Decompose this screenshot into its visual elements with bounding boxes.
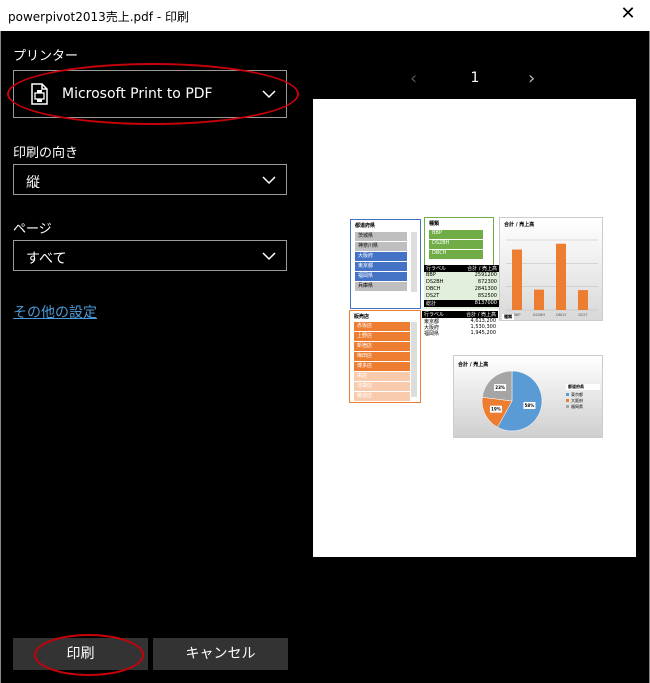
slicer-item: 梅田店: [354, 352, 410, 361]
legend-title: 都道府県: [566, 384, 600, 390]
legend-label: 東京都: [571, 392, 583, 397]
printer-value: Microsoft Print to PDF: [62, 86, 213, 102]
pages-label: ページ: [13, 222, 52, 237]
legend-swatch: [566, 405, 569, 408]
legend-swatch: [566, 399, 569, 402]
pivot-header-cell: 合計 / 売上高: [466, 312, 496, 318]
slicer-title: 種類: [429, 221, 440, 227]
preview-slicer-store: 販売店 赤坂店 上野店 新宿店 梅田店 博多店 栄店 池袋店 難波店: [349, 310, 421, 403]
slicer-scrollbar: [411, 232, 417, 292]
cancel-button[interactable]: キャンセル: [153, 638, 288, 670]
x-tick-label: DS2BH: [533, 313, 546, 317]
pie-data-label: 19%: [491, 407, 501, 412]
pie-legend: 都道府県 東京都 大阪府 福岡県: [566, 384, 600, 420]
legend-label: 大阪府: [571, 398, 583, 403]
slicer-item: 上野店: [354, 332, 410, 341]
slicer-item: 池袋店: [354, 382, 410, 391]
chevron-down-icon: [262, 249, 276, 265]
orientation-value: 縦: [26, 175, 40, 191]
legend-swatch: [566, 393, 569, 396]
printer-icon: [30, 83, 48, 109]
orientation-select[interactable]: 縦: [13, 164, 287, 195]
preview-pivot-table-2: 行ラベル 合計 / 売上高 東京都 4,613,200 大阪府 1,530,300 …: [422, 311, 498, 341]
pivot-row: 福岡県 1,945,200: [422, 330, 498, 337]
slicer-item: 大阪府: [355, 252, 407, 261]
pivot-cell: BBP: [426, 272, 436, 278]
bar-BBP: [512, 249, 522, 310]
slicer-item: 難波店: [354, 392, 410, 401]
slicer-item: 博多店: [354, 362, 410, 371]
preview-slicer-type: 種類 BBP DS2BH DBCH: [424, 217, 494, 267]
pivot-row: BBP 2591200: [424, 272, 499, 279]
slicer-item: 兵庫県: [355, 282, 407, 291]
printer-select[interactable]: Microsoft Print to PDF: [13, 70, 287, 118]
pivot-cell: 1,945,200: [470, 330, 496, 336]
pivot-cell: 2841300: [474, 286, 497, 292]
pivot-header-cell: 行ラベル: [426, 266, 447, 272]
pivot-row: DS2T 852500: [424, 293, 499, 300]
x-tick-label: DS2T: [578, 313, 588, 317]
x-tick-label: BBP: [514, 313, 521, 317]
slicer-item: DS2BH: [429, 240, 483, 249]
pivot-header-cell: 行ラベル: [424, 312, 445, 318]
window-border-left: [0, 31, 1, 683]
preview-bar-chart: 合計 / 売上高 BBP DS2BH DBCH DS2T 種類: [499, 217, 603, 321]
preview-pivot-table: 行ラベル 合計 / 売上高 BBP 2591200 DS2BH 872300 DBC…: [424, 265, 499, 309]
pivot-cell: 8137000: [474, 300, 497, 306]
title-bar: powerpivot2013売上.pdf - 印刷 ✕: [0, 0, 650, 31]
orientation-label: 印刷の向き: [13, 146, 79, 161]
pivot-cell: 2591200: [474, 272, 497, 278]
more-settings-link[interactable]: その他の設定: [13, 302, 97, 322]
bar-DS2BH: [534, 289, 544, 310]
close-icon[interactable]: ✕: [618, 4, 638, 24]
slicer-item: DBCH: [429, 250, 483, 259]
pivot-total: 総計 8137000: [424, 300, 499, 307]
preview-slicer-prefecture: 都道府県 茨城県 神奈川県 大阪府 東京都 福岡県 兵庫県: [350, 219, 421, 309]
pivot-row: DS2BH 872300: [424, 279, 499, 286]
slicer-item: 神奈川県: [355, 242, 407, 251]
chart-filter-button: 種類: [502, 314, 514, 320]
pages-select[interactable]: すべて: [13, 240, 287, 271]
slicer-item: 栄店: [354, 372, 410, 381]
pages-value: すべて: [26, 251, 67, 267]
slicer-title: 都道府県: [355, 223, 376, 229]
chevron-down-icon: [262, 173, 276, 189]
pivot-cell: 872300: [477, 279, 497, 285]
print-preview: 都道府県 茨城県 神奈川県 大阪府 東京都 福岡県 兵庫県 種類 BBP DS2…: [313, 99, 636, 557]
slicer-scrollbar: [411, 322, 417, 397]
pivot-cell: 852500: [477, 293, 497, 299]
pivot-cell: DS2T: [426, 293, 440, 299]
legend-label: 福岡県: [571, 404, 583, 409]
slicer-title: 販売店: [354, 314, 370, 320]
bar-chart-svg: BBP DS2BH DBCH DS2T: [506, 239, 598, 317]
pivot-cell: DBCH: [426, 286, 441, 292]
slicer-item: 新宿店: [354, 342, 410, 351]
slicer-item: 福岡県: [355, 272, 407, 281]
prev-page-icon[interactable]: ‹: [410, 68, 417, 89]
print-button[interactable]: 印刷: [13, 638, 148, 670]
bar-DS2T: [578, 290, 588, 310]
page-number: 1: [470, 70, 480, 86]
slicer-item: 茨城県: [355, 232, 407, 241]
slicer-item: 東京都: [355, 262, 407, 271]
slicer-item: 赤坂店: [354, 322, 410, 331]
next-page-icon[interactable]: ›: [528, 68, 535, 89]
legend-item: 福岡県: [566, 404, 600, 410]
bar-DBCH: [556, 243, 566, 310]
window-title: powerpivot2013売上.pdf - 印刷: [8, 10, 189, 24]
x-tick-label: DBCH: [556, 313, 566, 317]
pivot-cell: 総計: [426, 301, 437, 307]
pie-data-label: 23%: [495, 385, 505, 390]
chevron-down-icon: [262, 87, 276, 103]
slicer-item: BBP: [429, 230, 483, 239]
pivot-cell: DS2BH: [426, 279, 444, 285]
pivot-row: DBCH 2841300: [424, 286, 499, 293]
pie-data-label: 58%: [525, 403, 535, 408]
pivot-header: 行ラベル 合計 / 売上高: [424, 265, 499, 272]
printer-label: プリンター: [13, 49, 79, 64]
preview-pie-chart: 合計 / 売上高 58% 19% 23% 都道府県 東京都 大阪府 福岡県: [453, 355, 603, 438]
pivot-header: 行ラベル 合計 / 売上高: [422, 311, 498, 318]
pivot-cell: 福岡県: [424, 331, 440, 337]
pivot-header-cell: 合計 / 売上高: [467, 266, 497, 272]
